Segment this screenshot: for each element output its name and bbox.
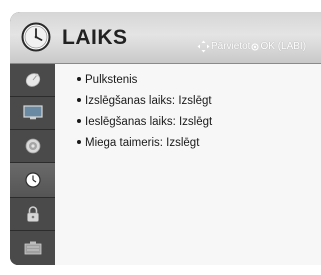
menu-item-clock[interactable]: Pulkstenis xyxy=(77,70,212,91)
clock-icon xyxy=(24,172,41,188)
bullet xyxy=(77,76,81,81)
navigation-arrows-icon xyxy=(197,40,210,53)
settings-content: Pulkstenis Izslēgšanas laiks: Izslēgt Ie… xyxy=(55,64,321,265)
sidebar-item-audio[interactable] xyxy=(10,130,55,163)
menu-item-label: Pulkstenis xyxy=(85,74,138,86)
page-title: LAIKS xyxy=(62,26,128,49)
time-settings-panel: LAIKS Pārvietot OK (LABI) Pulkstenis Izs… xyxy=(10,12,321,265)
lock-icon xyxy=(26,206,39,222)
menu-item-sleep-timer[interactable]: Miega taimeris: Izslēgt xyxy=(77,133,212,154)
sidebar-item-time[interactable] xyxy=(10,163,55,198)
bullet xyxy=(77,118,81,123)
sidebar-item-lock[interactable] xyxy=(10,198,55,231)
bullet xyxy=(77,139,81,144)
tv-menu-screen: LAIKS Pārvietot OK (LABI) Pulkstenis Izs… xyxy=(0,0,321,275)
menu-item-label: Izslēgšanas laiks: Izslēgt xyxy=(85,95,212,107)
sidebar-item-satellite[interactable] xyxy=(10,64,55,97)
menu-item-on-time[interactable]: Ieslēgšanas laiks: Izslēgt xyxy=(77,112,212,133)
time-menu-list: Pulkstenis Izslēgšanas laiks: Izslēgt Ie… xyxy=(77,70,212,154)
options-icon xyxy=(24,241,41,254)
sidebar-item-picture[interactable] xyxy=(10,97,55,130)
navigation-hint: Pārvietot OK (LABI) xyxy=(197,40,306,53)
satellite-dish-icon xyxy=(25,73,40,87)
menu-item-label: Ieslēgšanas laiks: Izslēgt xyxy=(85,116,213,128)
sidebar-item-options[interactable] xyxy=(10,231,55,264)
clock-icon xyxy=(21,22,51,52)
hint-ok-label: OK (LABI) xyxy=(260,41,307,53)
ok-button-icon xyxy=(251,43,259,50)
menu-item-label: Miega taimeris: Izslēgt xyxy=(85,137,200,149)
panel-header: LAIKS Pārvietot OK (LABI) xyxy=(10,12,321,64)
speaker-icon xyxy=(25,138,40,154)
monitor-icon xyxy=(22,105,43,120)
category-sidebar xyxy=(10,64,55,265)
bullet xyxy=(77,97,81,102)
menu-item-off-time[interactable]: Izslēgšanas laiks: Izslēgt xyxy=(77,91,212,112)
hint-move-label: Pārvietot xyxy=(211,41,251,53)
